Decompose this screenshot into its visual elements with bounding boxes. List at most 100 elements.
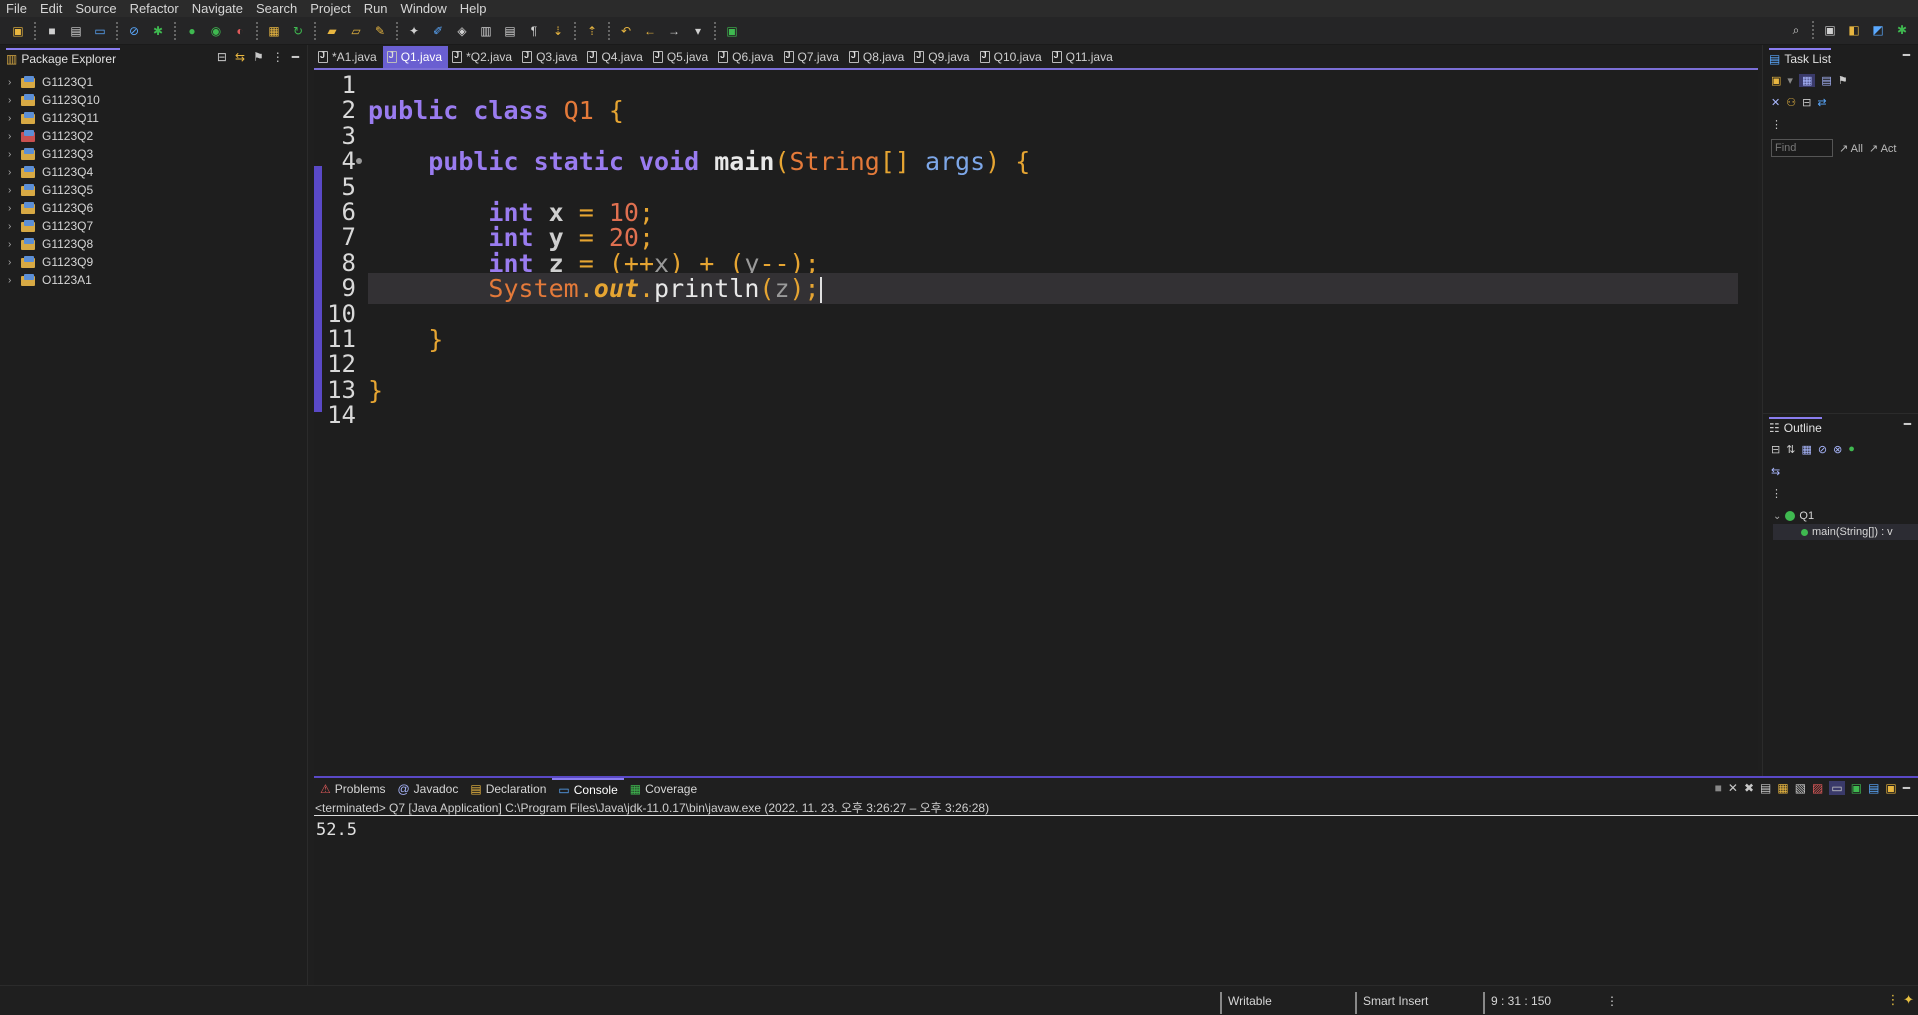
chevron-right-icon[interactable]: › (8, 167, 16, 178)
hide-static-icon[interactable]: ⊘ (1818, 443, 1827, 456)
pilcrow-icon[interactable]: ¶ (525, 22, 543, 40)
annotation-icon[interactable]: ✦ (405, 22, 423, 40)
remove-launch-icon[interactable]: ✕ (1728, 781, 1738, 795)
project-item[interactable]: › G1123Q4 (0, 163, 307, 181)
save-icon[interactable]: ■ (43, 22, 61, 40)
open-console-icon[interactable]: ▣ (1885, 781, 1896, 795)
show-on-output-icon[interactable]: ▧ (1795, 781, 1806, 795)
menu-project[interactable]: Project (304, 0, 357, 17)
highlight-icon[interactable]: ✐ (429, 22, 447, 40)
project-item[interactable]: › G1123Q2 (0, 127, 307, 145)
new-task-icon[interactable]: ▣ (1771, 74, 1781, 87)
project-item[interactable]: › G1123Q9 (0, 253, 307, 271)
link-editor-icon[interactable]: ⇆ (235, 50, 245, 64)
chevron-down-icon[interactable]: ▾ (689, 22, 707, 40)
insert-mode-status[interactable]: Smart Insert (1355, 992, 1428, 1014)
coverage-icon[interactable]: ◉ (207, 22, 225, 40)
chevron-right-icon[interactable]: › (8, 95, 16, 106)
console-output[interactable]: 52.5 (314, 816, 1918, 844)
menu-navigate[interactable]: Navigate (186, 0, 250, 17)
toggle-mark-icon[interactable]: ◈ (453, 22, 471, 40)
java-perspective-icon[interactable]: ◧ (1845, 21, 1863, 39)
open-type-icon[interactable]: ▰ (323, 22, 341, 40)
filter-activate-link[interactable]: ↗ Act (1869, 142, 1897, 155)
outline-class-item[interactable]: ⌄ Q1 (1773, 508, 1918, 524)
scheduled-icon[interactable]: ▤ (1821, 74, 1831, 87)
refresh-icon[interactable]: ↻ (289, 22, 307, 40)
new-console-icon[interactable]: ▤ (1868, 781, 1879, 795)
project-item[interactable]: › G1123Q3 (0, 145, 307, 163)
project-item[interactable]: › G1123Q11 (0, 109, 307, 127)
minimize-icon[interactable]: ━ (1903, 781, 1910, 795)
chevron-right-icon[interactable]: › (8, 257, 16, 268)
categorized-icon[interactable]: ▦ (1798, 73, 1816, 87)
status-menu-icon[interactable]: ⋮ (1600, 992, 1618, 1014)
menu-search[interactable]: Search (250, 0, 304, 17)
sort-icon[interactable]: ⇅ (1786, 443, 1795, 456)
chevron-right-icon[interactable]: › (8, 275, 16, 286)
editor-tab[interactable]: Q3.java (518, 46, 583, 68)
pencil-icon[interactable]: ✎ (371, 22, 389, 40)
terminate-icon[interactable]: ■ (1715, 781, 1722, 795)
forward-icon[interactable]: → (665, 22, 683, 40)
menu-help[interactable]: Help (454, 0, 494, 17)
chevron-right-icon[interactable]: › (8, 185, 16, 196)
hide-nonpublic-icon[interactable]: ⊗ (1833, 443, 1842, 456)
debug-icon[interactable]: ✱ (149, 22, 167, 40)
scroll-lock-icon[interactable]: ▤ (1760, 781, 1771, 795)
tab-problems[interactable]: ⚠ Problems (314, 778, 391, 800)
minimize-icon[interactable]: ━ (292, 50, 299, 64)
menu-source[interactable]: Source (69, 0, 123, 17)
project-item[interactable]: › O1123A1 (0, 271, 307, 289)
pin-editor-icon[interactable]: ▣ (723, 22, 741, 40)
debug-perspective-icon[interactable]: ◩ (1869, 21, 1887, 39)
project-item[interactable]: › G1123Q1 (0, 73, 307, 91)
hide-completed-icon[interactable]: ✕ (1771, 96, 1780, 109)
new-icon[interactable]: ▣ (9, 22, 27, 40)
tab-console[interactable]: ▭ Console (552, 778, 624, 800)
editor-tab[interactable]: Q7.java (780, 46, 845, 68)
collapse-all-icon[interactable]: ⊟ (217, 50, 227, 64)
task-list-tab[interactable]: ▤ Task List (1769, 48, 1832, 66)
view-menu-icon[interactable]: ⋮ (1771, 118, 1782, 131)
code-editor[interactable]: 1 2 public class Q1 {3 4 public static void… (314, 70, 1758, 770)
hide-fields-icon[interactable]: ▦ (1801, 443, 1811, 456)
outline-method-item[interactable]: main(String[]) : v (1773, 524, 1918, 540)
save-all-icon[interactable]: ▤ (67, 22, 85, 40)
focus-icon[interactable]: ⚑ (1838, 74, 1848, 87)
back-icon[interactable]: ← (641, 22, 659, 40)
code-line[interactable]: 14 (314, 400, 1754, 431)
remove-all-icon[interactable]: ✖ (1744, 781, 1754, 795)
display-console-icon[interactable]: ▣ (1851, 781, 1862, 795)
hide-local-types-icon[interactable]: ● (1848, 443, 1855, 455)
outline-tab[interactable]: ☷ Outline (1769, 417, 1822, 435)
menu-window[interactable]: Window (395, 0, 454, 17)
editor-tab[interactable]: *Q2.java (448, 46, 518, 68)
chevron-right-icon[interactable]: › (8, 239, 16, 250)
chevron-right-icon[interactable]: › (8, 203, 16, 214)
git-perspective-icon[interactable]: ✱ (1893, 21, 1911, 39)
prev-annotation-icon[interactable]: ⇡ (583, 22, 601, 40)
link-with-editor-icon[interactable]: ⇆ (1771, 465, 1780, 478)
menu-edit[interactable]: Edit (34, 0, 69, 17)
collapse-all-icon[interactable]: ⊟ (1802, 96, 1811, 109)
filter-all-link[interactable]: ↗ All (1839, 142, 1863, 155)
package-explorer-tab[interactable]: ▥ Package Explorer (6, 48, 121, 66)
collapse-all-icon[interactable]: ⊟ (1771, 443, 1780, 456)
task-find-input[interactable]: Find (1771, 139, 1833, 157)
menu-refactor[interactable]: Refactor (124, 0, 186, 17)
chevron-right-icon[interactable]: › (8, 149, 16, 160)
view-menu-icon[interactable]: ⋮ (1771, 487, 1782, 500)
editor-tab[interactable]: Q6.java (714, 46, 779, 68)
last-edit-icon[interactable]: ↶ (617, 22, 635, 40)
chevron-right-icon[interactable]: › (8, 131, 16, 142)
project-item[interactable]: › G1123Q10 (0, 91, 307, 109)
view-menu-icon[interactable]: ⋮ (272, 50, 284, 64)
open-perspective-icon[interactable]: ▣ (1821, 21, 1839, 39)
new-java-project-icon[interactable]: ▦ (265, 22, 283, 40)
tab-coverage[interactable]: ▦ Coverage (624, 778, 703, 800)
terminal-icon[interactable]: ▭ (91, 22, 109, 40)
tab-declaration[interactable]: ▤ Declaration (464, 778, 552, 800)
search-icon[interactable]: ⌕ (1787, 21, 1805, 39)
fold-marker-icon[interactable] (356, 158, 362, 165)
